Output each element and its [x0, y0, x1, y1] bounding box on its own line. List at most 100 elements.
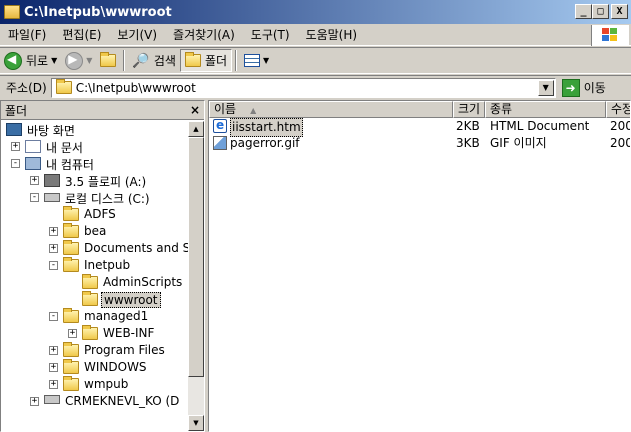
file-row[interactable]: iisstart.htm 2KB HTML Document 200 [209, 117, 630, 137]
tree-item[interactable]: + WINDOWS [1, 359, 188, 376]
views-button[interactable]: ▼ [240, 49, 273, 72]
tree-item-label: 바탕 화면 [27, 124, 75, 138]
menu-favorites[interactable]: 즐겨찾기(A) [165, 25, 243, 45]
folder-icon [63, 240, 79, 255]
minimize-button[interactable]: _ [575, 4, 592, 19]
folder-icon [63, 308, 79, 323]
chevron-down-icon[interactable]: ▼ [51, 56, 57, 65]
up-folder-button[interactable] [96, 49, 120, 72]
tree-item[interactable]: - Inetpub [1, 257, 188, 274]
tree-item-label: ADFS [84, 207, 116, 221]
folder-icon [184, 52, 201, 67]
column-header-name[interactable]: 이름 ▲ [209, 101, 453, 118]
menu-view[interactable]: 보기(V) [109, 25, 165, 45]
collapse-icon[interactable]: - [49, 312, 58, 321]
expand-icon[interactable]: + [49, 244, 58, 253]
scroll-up-icon[interactable]: ▲ [188, 121, 204, 137]
file-row[interactable]: pagerror.gif 3KB GIF 이미지 200 [209, 135, 631, 152]
file-modified: 200 [610, 136, 631, 150]
folder-icon [63, 342, 79, 357]
folder-pane: 폴더 × 바탕 화면 + 내 문서 - 내 컴퓨터 +3.5 플로피 (A:) - 로컬 디스… [0, 100, 205, 432]
tree-item[interactable]: + WEB-INF [1, 325, 188, 342]
tree-item[interactable]: + bea [1, 223, 188, 240]
expand-icon[interactable]: + [49, 380, 58, 389]
tree-item-label: wwwroot [101, 292, 161, 308]
tree-item[interactable]: ADFS [1, 206, 188, 223]
folder-icon [82, 291, 98, 306]
back-button[interactable]: ◀ 뒤로 ▼ [0, 49, 61, 72]
toolbar-separator [235, 50, 238, 71]
column-header-size[interactable]: 크기 [453, 101, 485, 118]
column-modified-label: 수정 [611, 102, 631, 116]
vertical-scrollbar[interactable]: ▲ ▼ [188, 121, 204, 431]
maximize-button[interactable]: □ [592, 4, 609, 19]
go-button[interactable]: ➜ 이동 [561, 78, 606, 97]
chevron-down-icon[interactable]: ▼ [263, 56, 269, 65]
tree-item[interactable]: AdminScripts [1, 274, 188, 291]
tree-item[interactable]: - managed1 [1, 308, 188, 325]
windows-flag-icon [602, 28, 618, 43]
close-icon[interactable]: × [190, 103, 200, 117]
tree-item[interactable]: +3.5 플로피 (A:) [1, 172, 188, 189]
column-name-label: 이름 [214, 102, 237, 116]
folder-icon [82, 274, 98, 289]
tree-item[interactable]: + wmpub [1, 376, 188, 393]
collapse-icon[interactable]: - [49, 261, 58, 270]
chevron-down-icon[interactable]: ▼ [86, 56, 92, 65]
forward-arrow-icon: ▶ [65, 51, 84, 70]
tree-item[interactable]: - 내 컴퓨터 [1, 155, 188, 172]
window-title: C:\Inetpub\wwwroot [24, 4, 172, 20]
title-bar[interactable]: C:\Inetpub\wwwroot _ □ X [0, 0, 631, 24]
file-size: 3KB [456, 136, 480, 150]
menu-tools[interactable]: 도구(T) [243, 25, 298, 45]
menu-file[interactable]: 파일(F) [0, 25, 54, 45]
scroll-down-icon[interactable]: ▼ [188, 415, 204, 431]
folder-icon [63, 206, 79, 221]
tree-item-label: Inetpub [84, 258, 131, 272]
tree-item-label: 로컬 디스크 (C:) [65, 192, 150, 206]
expand-icon[interactable]: + [49, 227, 58, 236]
tree-item-label: WEB-INF [103, 326, 155, 340]
folders-label: 폴더 [204, 54, 228, 68]
forward-button[interactable]: ▶ ▼ [61, 49, 96, 72]
address-bar: 주소(D) C:\Inetpub\wwwroot ▼ ➜ 이동 [0, 75, 631, 99]
column-header-modified[interactable]: 수정 [606, 101, 631, 118]
tree-item-label: CRMEKNEVL_KO (D [65, 394, 180, 408]
expand-icon[interactable]: + [30, 397, 39, 406]
network-drive-icon [44, 395, 60, 404]
tree-item[interactable]: + Documents and S [1, 240, 188, 257]
tree-item[interactable]: + CRMEKNEVL_KO (D [1, 393, 188, 410]
go-arrow-icon: ➜ [561, 78, 580, 97]
collapse-icon[interactable]: - [11, 159, 20, 168]
close-button[interactable]: X [611, 4, 628, 19]
folder-tree: 바탕 화면 + 내 문서 - 내 컴퓨터 +3.5 플로피 (A:) - 로컬 디스크 (C:… [1, 121, 188, 431]
address-value: C:\Inetpub\wwwroot [75, 80, 196, 95]
menu-edit[interactable]: 편집(E) [54, 25, 109, 45]
collapse-icon[interactable]: - [30, 193, 39, 202]
expand-icon[interactable]: + [68, 329, 77, 338]
search-button[interactable]: 🔎 검색 [128, 49, 180, 72]
tree-item[interactable]: wwwroot [1, 291, 188, 308]
floppy-icon [44, 174, 60, 187]
expand-icon[interactable]: + [30, 176, 39, 185]
go-label: 이동 [583, 81, 606, 95]
tree-item[interactable]: + 내 문서 [1, 138, 188, 155]
expand-icon[interactable]: + [49, 363, 58, 372]
expand-icon[interactable]: + [49, 346, 58, 355]
column-type-label: 종류 [490, 102, 513, 116]
search-icon: 🔎 [132, 52, 150, 69]
expand-icon[interactable]: + [11, 142, 20, 151]
tree-item[interactable]: 바탕 화면 [1, 121, 188, 138]
chevron-down-icon[interactable]: ▼ [537, 79, 554, 96]
folders-button[interactable]: 폴더 [179, 49, 233, 72]
menu-help[interactable]: 도움말(H) [298, 25, 366, 45]
folder-icon [4, 5, 20, 19]
scroll-thumb[interactable] [188, 137, 204, 377]
column-header-type[interactable]: 종류 [485, 101, 606, 118]
tree-item[interactable]: - 로컬 디스크 (C:) [1, 189, 188, 206]
window-controls: _ □ X [575, 4, 628, 19]
address-input[interactable]: C:\Inetpub\wwwroot ▼ [50, 77, 556, 98]
my-documents-icon [25, 140, 41, 153]
tree-item[interactable]: + Program Files [1, 342, 188, 359]
file-type: HTML Document [490, 119, 590, 133]
